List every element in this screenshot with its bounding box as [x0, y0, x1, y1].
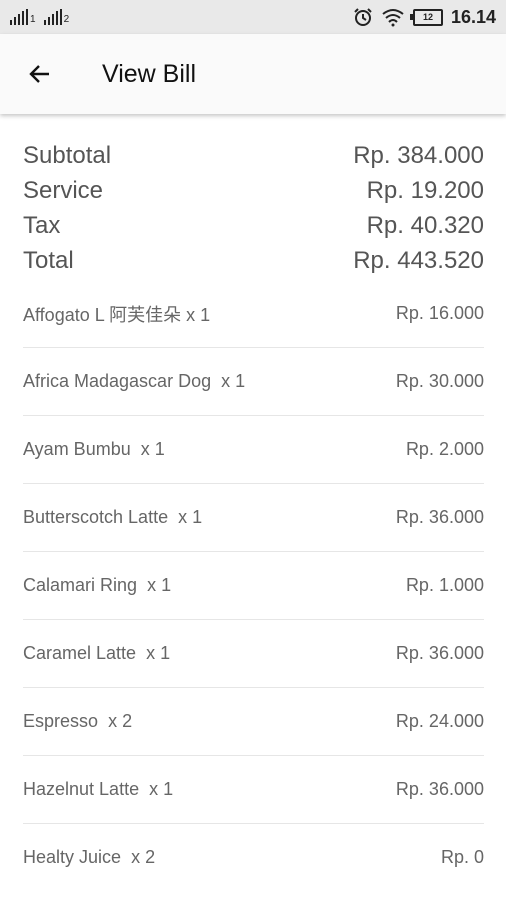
sim1-label: 1	[30, 14, 36, 25]
item-name: Africa Madagascar Dog	[23, 371, 217, 391]
item-price: Rp. 0	[440, 847, 484, 867]
signal-indicators: 1 2	[10, 9, 75, 25]
item-name: Healty Juice	[23, 847, 127, 867]
tax-row: Tax Rp. 40.320	[23, 208, 484, 243]
tax-label: Tax	[23, 212, 61, 239]
item-price: Rp. 24.000	[395, 711, 484, 731]
service-value: Rp. 19.200	[366, 177, 484, 204]
arrow-left-icon	[29, 65, 49, 83]
item-quantity: x 1	[147, 575, 172, 595]
item-name: Espresso	[23, 711, 104, 731]
sim2-signal: 2	[43, 9, 76, 25]
list-item: Calamari Ring x 1 Rp. 1.000	[23, 552, 484, 620]
sim2-label: 2	[63, 14, 70, 25]
list-item: Hazelnut Latte x 1 Rp. 36.000	[23, 756, 484, 824]
bill-summary: Subtotal Rp. 384.000 Service Rp. 19.200 …	[23, 114, 484, 278]
list-item: Africa Madagascar Dog x 1 Rp. 30.000	[23, 348, 484, 416]
item-quantity: x 1	[186, 304, 211, 325]
list-item: Espresso x 2 Rp. 24.000	[23, 688, 484, 756]
bill-content: Subtotal Rp. 384.000 Service Rp. 19.200 …	[0, 114, 506, 891]
subtotal-value: Rp. 384.000	[353, 142, 484, 169]
item-quantity: x 2	[108, 711, 133, 731]
subtotal-row: Subtotal Rp. 384.000	[23, 138, 484, 173]
item-name: Butterscotch Latte	[23, 507, 174, 527]
alarm-icon	[354, 8, 372, 26]
item-name: Caramel Latte	[23, 643, 142, 663]
battery-icon: 12	[409, 8, 443, 26]
subtotal-label: Subtotal	[23, 142, 112, 169]
app-bar: View Bill	[0, 34, 506, 114]
clock: 16.14	[450, 6, 496, 27]
signal-icon	[10, 9, 28, 25]
item-price: Rp. 30.000	[395, 371, 484, 391]
list-item: Butterscotch Latte x 1 Rp. 36.000	[23, 484, 484, 552]
item-name: Affogato L 阿芙佳朵	[23, 304, 182, 325]
bill-items-list: Affogato L 阿芙佳朵 x 1 Rp. 16.000 Africa Ma…	[23, 280, 484, 891]
page-title: View Bill	[102, 59, 197, 88]
total-label: Total	[23, 247, 74, 274]
battery-level: 12	[422, 12, 433, 22]
item-price: Rp. 36.000	[395, 643, 484, 663]
sim1-signal: 1	[10, 9, 42, 25]
item-quantity: x 1	[221, 371, 246, 391]
status-bar: 1 2 12 16.14	[0, 0, 506, 34]
item-price: Rp. 1.000	[405, 575, 484, 595]
item-name: Hazelnut Latte	[23, 779, 145, 799]
item-price: Rp. 16.000	[395, 303, 484, 323]
tax-value: Rp. 40.320	[366, 212, 484, 239]
service-label: Service	[23, 177, 104, 204]
wifi-icon	[382, 9, 404, 27]
back-button[interactable]	[20, 54, 60, 94]
list-item: Caramel Latte x 1 Rp. 36.000	[23, 620, 484, 688]
service-row: Service Rp. 19.200	[23, 173, 484, 208]
item-quantity: x 1	[149, 779, 174, 799]
status-right: 12 16.14	[353, 7, 496, 28]
item-name: Calamari Ring	[23, 575, 143, 595]
signal-icon	[43, 9, 62, 25]
list-item: Healty Juice x 2 Rp. 0	[23, 824, 484, 891]
item-price: Rp. 36.000	[395, 779, 484, 799]
item-quantity: x 1	[178, 507, 203, 527]
item-name: Ayam Bumbu	[23, 439, 136, 459]
total-row: Total Rp. 443.520	[23, 243, 484, 278]
total-value: Rp. 443.520	[353, 247, 484, 274]
item-quantity: x 1	[140, 439, 165, 459]
item-price: Rp. 36.000	[395, 507, 484, 527]
item-price: Rp. 2.000	[405, 439, 484, 459]
list-item: Ayam Bumbu x 1 Rp. 2.000	[23, 416, 484, 484]
list-item: Affogato L 阿芙佳朵 x 1 Rp. 16.000	[23, 280, 484, 348]
item-quantity: x 2	[131, 847, 156, 867]
item-quantity: x 1	[146, 643, 171, 663]
